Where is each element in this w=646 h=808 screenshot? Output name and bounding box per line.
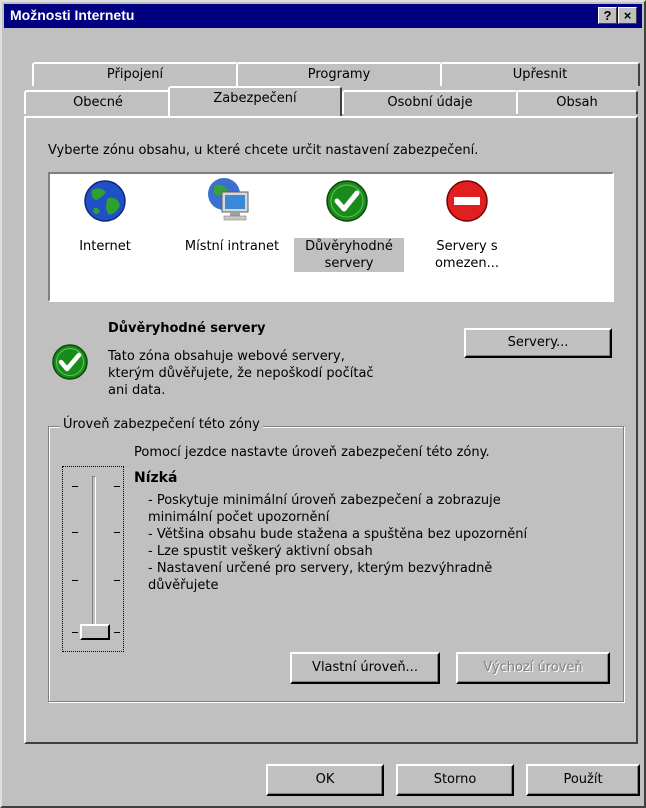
- slider-hint: Pomocí jezdce nastavte úroveň zabezpečen…: [134, 445, 490, 460]
- security-slider-track[interactable]: [92, 476, 96, 634]
- security-level-group-title: Úroveň zabezpečení této zóny: [60, 417, 263, 432]
- tab-zabezpeceni[interactable]: Zabezpečení: [168, 86, 342, 116]
- level-detail-2: minimální počet upozornění: [148, 510, 330, 525]
- zone-trusted-label[interactable]: Důvěryhodné servery: [294, 238, 404, 272]
- apply-button[interactable]: Použít: [526, 764, 640, 796]
- tab-obsah[interactable]: Obsah: [516, 90, 638, 114]
- slider-tick: [114, 632, 120, 633]
- check-icon[interactable]: [324, 178, 370, 224]
- help-button[interactable]: ?: [598, 7, 617, 24]
- ok-button[interactable]: OK: [266, 764, 384, 796]
- security-slider-thumb[interactable]: [80, 624, 110, 640]
- slider-tick: [72, 632, 78, 633]
- custom-level-button[interactable]: Vlastní úroveň...: [290, 652, 440, 684]
- tab-upresnit[interactable]: Upřesnit: [440, 62, 640, 86]
- slider-tick: [72, 532, 78, 533]
- slider-tick: [72, 580, 78, 581]
- internet-options-window: Možnosti Internetu ? × Připojení Program…: [0, 0, 646, 808]
- default-level-button: Výchozí úroveň: [456, 652, 610, 684]
- zone-internet-label[interactable]: Internet: [72, 238, 138, 255]
- window-title: Možnosti Internetu: [10, 7, 135, 23]
- slider-tick: [114, 580, 120, 581]
- slider-tick: [72, 486, 78, 487]
- selected-zone-title: Důvěryhodné servery: [108, 321, 266, 336]
- zone-intranet-label[interactable]: Místní intranet: [174, 238, 290, 255]
- selected-zone-description-3: ani data.: [108, 383, 166, 398]
- zone-instruction: Vyberte zónu obsahu, u které chcete urči…: [48, 143, 479, 158]
- slider-tick: [114, 486, 120, 487]
- slider-tick: [114, 532, 120, 533]
- computer-icon[interactable]: [202, 174, 254, 226]
- security-level-name: Nízká: [134, 470, 178, 486]
- title-bar[interactable]: Možnosti Internetu ? ×: [4, 4, 642, 28]
- level-detail-3: - Většina obsahu bude stažena a spuštěna…: [148, 527, 528, 542]
- tab-osobni-udaje[interactable]: Osobní údaje: [342, 90, 518, 114]
- tab-pripojeni[interactable]: Připojení: [32, 62, 238, 86]
- globe-icon[interactable]: [82, 178, 128, 224]
- selected-zone-description-2: kterým důvěřujete, že nepoškodí počítač: [108, 366, 374, 381]
- close-button[interactable]: ×: [618, 7, 637, 24]
- selected-zone-description-1: Tato zóna obsahuje webové servery,: [108, 349, 345, 364]
- level-detail-4: - Lze spustit veškerý aktivní obsah: [148, 544, 373, 559]
- level-detail-6: důvěřujete: [148, 578, 219, 593]
- zone-restricted-label[interactable]: Servery s omezen...: [422, 238, 512, 272]
- trusted-zone-icon: [52, 344, 88, 380]
- level-detail-5: - Nastavení určené pro servery, kterým b…: [148, 561, 493, 576]
- restricted-icon[interactable]: [444, 178, 490, 224]
- cancel-button[interactable]: Storno: [396, 764, 514, 796]
- tab-obecne[interactable]: Obecné: [24, 90, 172, 114]
- tab-programy[interactable]: Programy: [236, 62, 442, 86]
- servers-button[interactable]: Servery...: [464, 328, 612, 358]
- level-detail-1: - Poskytuje minimální úroveň zabezpečení…: [148, 493, 501, 508]
